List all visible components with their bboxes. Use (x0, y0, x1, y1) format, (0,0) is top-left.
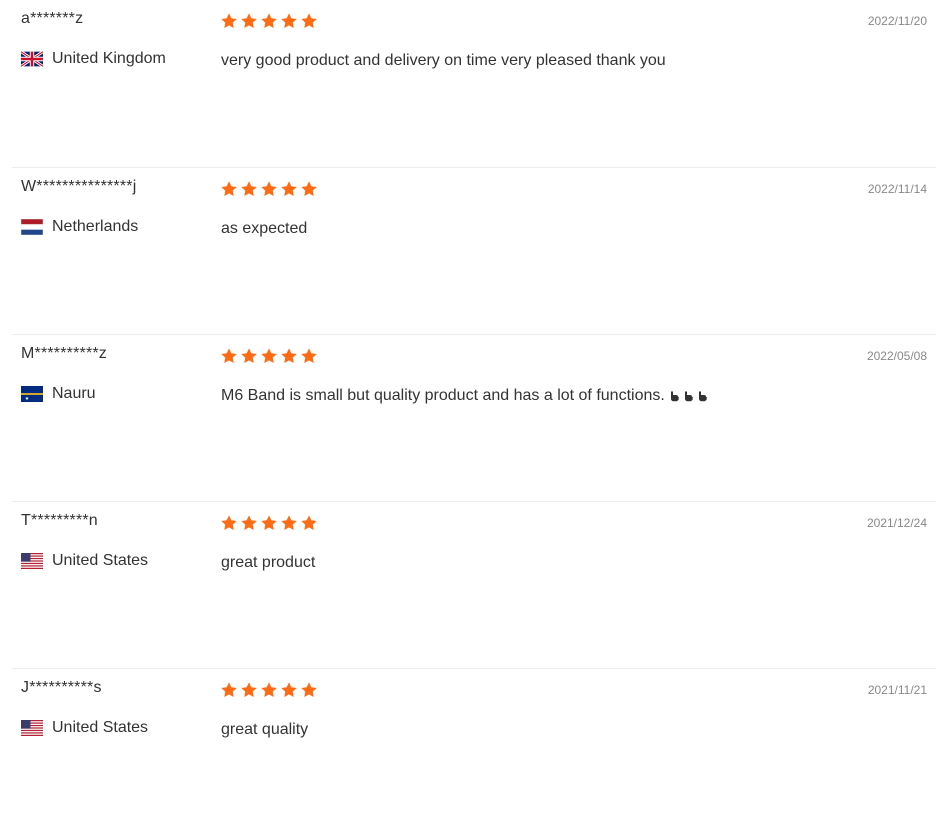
pointing-hand-icon (684, 391, 693, 402)
reviewer-country: United Kingdom (21, 50, 166, 68)
star-icon (240, 681, 258, 699)
country-name: Nauru (52, 385, 96, 402)
reviewer-country: United States (21, 552, 148, 570)
rating-stars (220, 180, 318, 198)
pointing-hand-icon-group (669, 390, 709, 402)
country-name: United States (52, 719, 149, 736)
review-text: as expected (221, 220, 307, 238)
reviewer-name: W***************j (21, 178, 137, 195)
us-flag-icon (21, 553, 43, 569)
star-icon (300, 12, 318, 30)
star-icon (280, 347, 298, 365)
review-date: 2022/11/14 (867, 182, 927, 196)
star-icon (280, 12, 298, 30)
review-text: great product (221, 554, 315, 572)
review-text-content: very good product and delivery on time v… (221, 52, 666, 69)
review-text-content: M6 Band is small but quality product and… (221, 387, 665, 404)
star-icon (240, 12, 258, 30)
star-icon (240, 514, 258, 532)
review-item: J**********s United States 2021/11/21 gr… (12, 668, 936, 835)
star-icon (260, 681, 278, 699)
review-date: 2021/11/21 (867, 683, 927, 697)
star-icon (300, 180, 318, 198)
rating-stars (220, 514, 318, 532)
reviewer-country: Nauru (21, 385, 96, 403)
star-icon (240, 180, 258, 198)
country-name: United Kingdom (52, 50, 166, 67)
star-icon (280, 514, 298, 532)
review-text-content: as expected (221, 220, 308, 237)
rating-stars (220, 347, 318, 365)
reviews-list: a*******z United Kingdom 2022/11/20 very… (12, 0, 936, 835)
reviewer-name: T*********n (21, 512, 98, 529)
review-text: very good product and delivery on time v… (221, 52, 666, 70)
review-date: 2022/11/20 (867, 14, 927, 28)
review-item: a*******z United Kingdom 2022/11/20 very… (12, 0, 936, 167)
star-icon (280, 180, 298, 198)
reviewer-country: United States (21, 719, 148, 737)
star-icon (300, 681, 318, 699)
star-icon (240, 347, 258, 365)
star-icon (220, 180, 238, 198)
review-text-content: great quality (221, 721, 309, 738)
country-name: United States (52, 552, 149, 569)
country-name: Netherlands (52, 218, 139, 235)
star-icon (300, 347, 318, 365)
review-text: M6 Band is small but quality product and… (221, 387, 709, 405)
star-icon (220, 514, 238, 532)
review-text: great quality (221, 721, 308, 739)
star-icon (260, 514, 278, 532)
star-icon (220, 12, 238, 30)
pointing-hand-icon (670, 391, 679, 402)
review-text-content: great product (221, 554, 316, 571)
rating-stars (220, 12, 318, 30)
pointing-hand-icon (698, 391, 707, 402)
nauru-flag-icon (21, 386, 43, 402)
review-date: 2021/12/24 (866, 516, 927, 530)
star-icon (260, 180, 278, 198)
star-icon (260, 12, 278, 30)
review-date: 2022/05/08 (866, 349, 927, 363)
star-icon (220, 347, 238, 365)
reviewer-country: Netherlands (21, 218, 138, 236)
netherlands-flag-icon (21, 219, 43, 235)
review-item: W***************j Netherlands 2022/11/14… (12, 167, 936, 334)
reviewer-name: J**********s (21, 679, 102, 696)
reviewer-name: a*******z (21, 10, 84, 27)
rating-stars (220, 681, 318, 699)
review-item: M**********z Nauru 2022/05/08 M6 Band is… (12, 334, 936, 501)
star-icon (220, 681, 238, 699)
star-icon (300, 514, 318, 532)
review-item: T*********n United States 2021/12/24 gre… (12, 501, 936, 668)
star-icon (260, 347, 278, 365)
star-icon (280, 681, 298, 699)
uk-flag-icon (21, 51, 43, 67)
us-flag-icon (21, 720, 43, 736)
reviewer-name: M**********z (21, 345, 107, 362)
